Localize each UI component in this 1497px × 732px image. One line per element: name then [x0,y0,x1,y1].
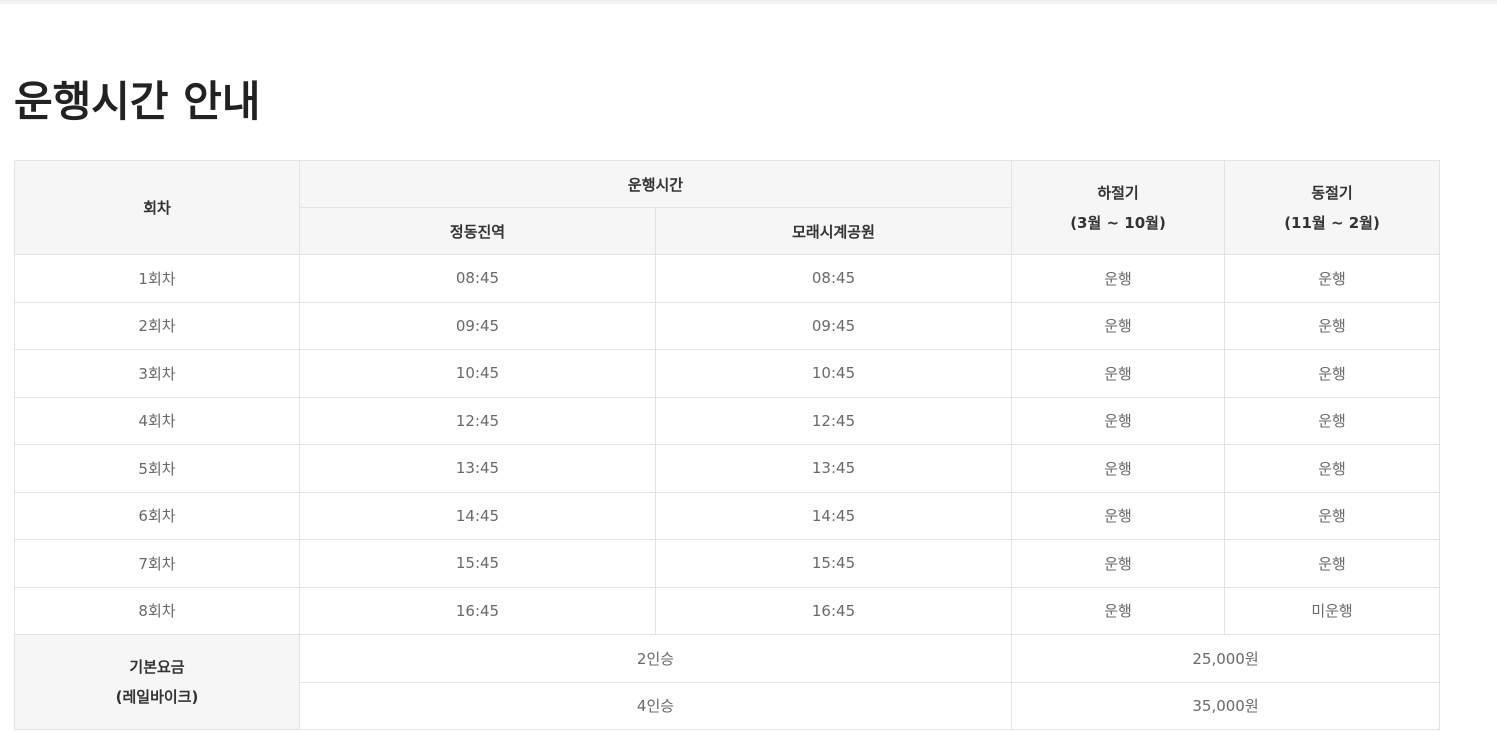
fee-type: 2인승 [298,634,1013,683]
cell-winter: 운행 [1224,444,1441,493]
schedule-table: 회차 운행시간 하절기 (3월 ~ 10월) 동절기 (11월 ~ 2월) 정동… [14,160,1441,730]
header-summer-name: 하절기 [1097,183,1139,202]
cell-time-b: 16:45 [654,586,1013,635]
header-row-top: 회차 운행시간 하절기 (3월 ~ 10월) 동절기 (11월 ~ 2월) [14,160,1441,255]
cell-winter: 미운행 [1224,586,1441,635]
cell-summer: 운행 [1011,586,1226,635]
fee-row: 기본요금 (레일바이크) 2인승 25,000원 [14,634,1441,730]
table-row: 6회차 14:45 14:45 운행 운행 [14,491,1441,540]
cell-round: 1회차 [14,254,300,303]
cell-summer: 운행 [1011,491,1226,540]
cell-summer: 운행 [1011,444,1226,493]
table-row: 3회차 10:45 10:45 운행 운행 [14,349,1441,398]
cell-winter: 운행 [1224,491,1441,540]
cell-round: 3회차 [14,349,300,398]
cell-winter: 운행 [1224,396,1441,445]
page-title: 운행시간 안내 [14,77,261,126]
fee-price: 35,000원 [1011,681,1441,730]
cell-winter: 운행 [1224,301,1441,350]
cell-time-a: 10:45 [299,349,656,398]
cell-time-a: 14:45 [299,491,656,540]
header-summer-range: (3월 ~ 10월) [1070,213,1166,232]
fee-price: 25,000원 [1011,634,1441,683]
cell-summer: 운행 [1011,301,1226,350]
cell-summer: 운행 [1011,396,1226,445]
table-row: 4회차 12:45 12:45 운행 운행 [14,396,1441,445]
cell-round: 8회차 [14,586,300,635]
cell-round: 4회차 [14,396,300,445]
cell-time-b: 08:45 [654,254,1013,303]
header-station-b: 모래시계공원 [654,207,1013,255]
cell-summer: 운행 [1011,254,1226,303]
cell-winter: 운행 [1224,539,1441,588]
cell-time-a: 13:45 [299,444,656,493]
fee-title: 기본요금 [129,658,185,676]
cell-time-a: 12:45 [299,396,656,445]
header-station-a: 정동진역 [299,207,656,255]
header-winter: 동절기 (11월 ~ 2월) [1224,160,1441,255]
cell-round: 6회차 [14,491,300,540]
table-row: 5회차 13:45 13:45 운행 운행 [14,444,1441,493]
cell-round: 7회차 [14,539,300,588]
header-round: 회차 [14,160,300,255]
header-winter-range: (11월 ~ 2월) [1284,213,1380,232]
table-row: 7회차 15:45 15:45 운행 운행 [14,539,1441,588]
cell-round: 2회차 [14,301,300,350]
table-row: 8회차 16:45 16:45 운행 미운행 [14,586,1441,635]
cell-time-b: 15:45 [654,539,1013,588]
cell-round: 5회차 [14,444,300,493]
header-winter-name: 동절기 [1311,183,1353,202]
cell-time-b: 13:45 [654,444,1013,493]
top-bar-shadow [0,0,1497,4]
cell-time-a: 16:45 [299,586,656,635]
cell-summer: 운행 [1011,539,1226,588]
cell-winter: 운행 [1224,254,1441,303]
table-row: 2회차 09:45 09:45 운행 운행 [14,301,1441,350]
cell-time-a: 08:45 [299,254,656,303]
cell-time-a: 09:45 [299,301,656,350]
header-summer: 하절기 (3월 ~ 10월) [1011,160,1226,255]
cell-time-a: 15:45 [299,539,656,588]
cell-time-b: 10:45 [654,349,1013,398]
table-row: 1회차 08:45 08:45 운행 운행 [14,254,1441,303]
fee-label: 기본요금 (레일바이크) [14,634,300,730]
cell-time-b: 09:45 [654,301,1013,350]
header-operating-time: 운행시간 [298,160,1013,208]
cell-winter: 운행 [1224,349,1441,398]
cell-time-b: 12:45 [654,396,1013,445]
cell-time-b: 14:45 [654,491,1013,540]
fee-subtitle: (레일바이크) [115,688,199,706]
cell-summer: 운행 [1011,349,1226,398]
fee-type: 4인승 [298,681,1013,730]
